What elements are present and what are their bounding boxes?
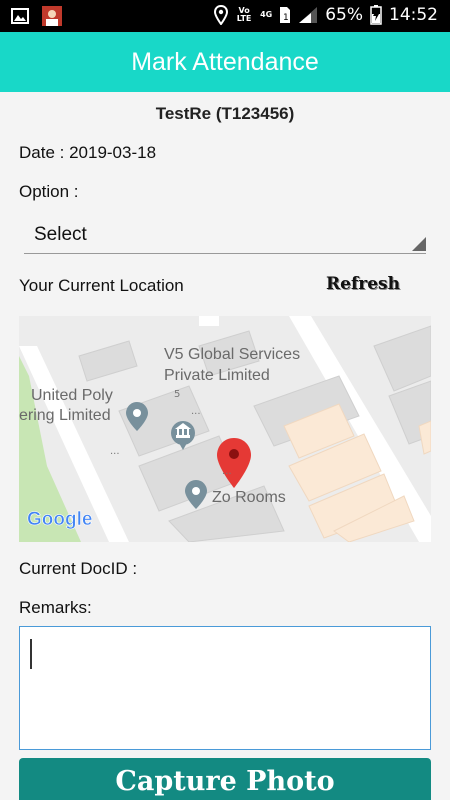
option-dropdown[interactable]: Select — [24, 218, 426, 254]
google-logo: Google — [27, 509, 92, 530]
option-label: Option : — [19, 182, 79, 201]
status-bar: Vo LTE 4G 1 65% 14:52 — [0, 0, 450, 32]
map-label: ering Limited — [19, 407, 111, 424]
refresh-button[interactable]: Refresh — [326, 274, 400, 294]
docid-label: Current DocID : — [19, 559, 138, 578]
avatar-notification-icon — [42, 6, 62, 26]
dropdown-arrow-icon — [412, 237, 426, 251]
battery-charging-icon — [370, 5, 382, 25]
signal-icon — [299, 7, 318, 23]
date-label: Date : 2019-03-18 — [19, 143, 157, 162]
remarks-label: Remarks: — [19, 598, 92, 617]
map-label: Zo Rooms — [212, 489, 286, 506]
location-icon — [214, 5, 229, 25]
gallery-icon — [11, 8, 29, 24]
map-label: ... — [110, 446, 120, 457]
svg-text:1: 1 — [283, 13, 289, 23]
capture-photo-button[interactable]: Capture Photo — [19, 758, 431, 800]
capture-photo-label: Capture Photo — [115, 766, 335, 797]
map-label: ... — [222, 466, 232, 477]
sim-icon: 1 — [280, 7, 291, 23]
app-bar: Mark Attendance — [0, 32, 450, 92]
volte-indicator: Vo LTE — [236, 6, 252, 23]
remarks-input[interactable] — [19, 626, 431, 750]
text-cursor — [30, 639, 32, 669]
page-title: Mark Attendance — [131, 48, 319, 76]
option-selected-value: Select — [34, 224, 87, 245]
map-label: Private Limited — [164, 367, 270, 384]
clock: 14:52 — [389, 5, 438, 25]
status-notifications — [10, 6, 62, 26]
location-label: Your Current Location — [19, 276, 184, 295]
status-indicators: Vo LTE 4G 1 65% 14:52 — [214, 5, 438, 25]
network-type: 4G — [260, 10, 273, 19]
battery-percent: 65% — [325, 5, 363, 25]
map-label: ... — [191, 406, 201, 417]
map-label: United Poly — [31, 387, 113, 404]
location-map[interactable]: V5 Global Services Private Limited Unite… — [19, 316, 431, 542]
map-label: V5 Global Services — [164, 346, 300, 363]
employee-name: TestRe (T123456) — [155, 104, 295, 123]
map-canvas: V5 Global Services Private Limited Unite… — [19, 316, 431, 542]
map-label: 5 — [174, 389, 180, 400]
